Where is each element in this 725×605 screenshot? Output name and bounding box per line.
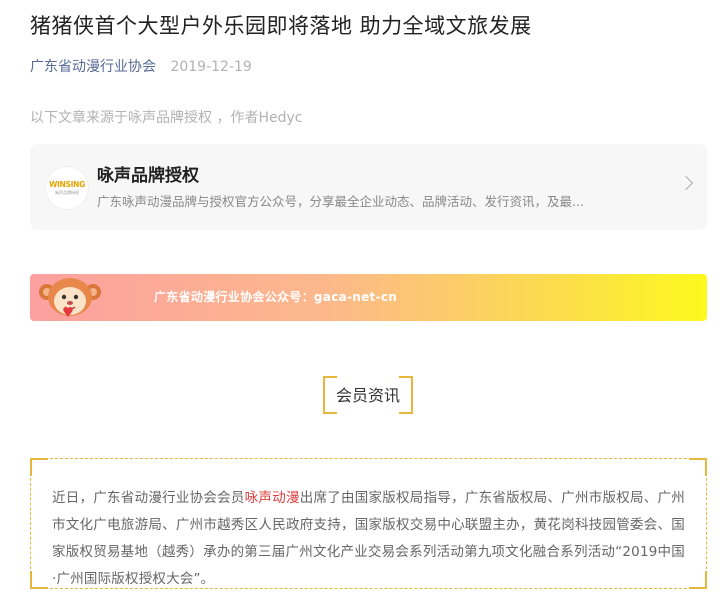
section-corner-bl (323, 412, 337, 414)
member-highlight: 咏声动漫 (244, 489, 300, 506)
publish-date: 2019-12-19 (170, 59, 252, 75)
article-meta: 广东省动漫行业协会 2019-12-19 (30, 57, 252, 77)
section-header: 会员资讯 (323, 376, 413, 414)
section-corner-tl (323, 376, 337, 378)
box-corner-bl-v (30, 571, 32, 589)
box-border-top (50, 458, 687, 459)
author-link[interactable]: 广东省动漫行业协会 (30, 59, 156, 75)
box-corner-br-v (705, 571, 707, 589)
article-title: 猪猪侠首个大型户外乐园即将落地 助力全域文旅发展 (30, 14, 532, 38)
source-note: 以下文章来源于咏声品牌授权 ，作者Hedyc (30, 110, 303, 126)
box-corner-tr-v (705, 458, 707, 476)
box-corner-tl-v (30, 458, 32, 476)
box-border-right (706, 478, 707, 569)
content-box: 近日，广东省动漫行业协会会员咏声动漫出席了由国家版权局指导，广东省版权局、广州市… (30, 458, 707, 589)
promo-banner: 广东省动漫行业协会公众号：gaca-net-cn (30, 274, 707, 321)
logo-wordmark: WINSING (49, 180, 85, 189)
section-corner-tr (399, 376, 413, 378)
paragraph-text-start: 近日，广东省动漫行业协会会员 (52, 489, 245, 506)
account-logo: WINSING 咏声品牌授权 (45, 166, 89, 210)
box-corner-tl-h (30, 458, 48, 460)
box-corner-bl-h (30, 587, 48, 589)
logo-subtitle: 咏声品牌授权 (55, 190, 79, 195)
account-name: 咏声品牌授权 (97, 166, 199, 186)
account-card[interactable]: WINSING 咏声品牌授权 咏声品牌授权 广东咏声动漫品牌与授权官方公众号，分… (30, 144, 707, 230)
section-title: 会员资讯 (335, 386, 400, 405)
mascot-icon (39, 278, 101, 317)
chevron-right-icon (678, 175, 694, 191)
banner-text: 广东省动漫行业协会公众号：gaca-net-cn (154, 290, 398, 304)
section-corner-br (399, 412, 413, 414)
box-border-left (30, 478, 31, 569)
account-description: 广东咏声动漫品牌与授权官方公众号，分享最全企业动态、品牌活动、发行资讯，及最..… (97, 194, 584, 209)
article-paragraph: 近日，广东省动漫行业协会会员咏声动漫出席了由国家版权局指导，广东省版权局、广州市… (52, 485, 685, 593)
